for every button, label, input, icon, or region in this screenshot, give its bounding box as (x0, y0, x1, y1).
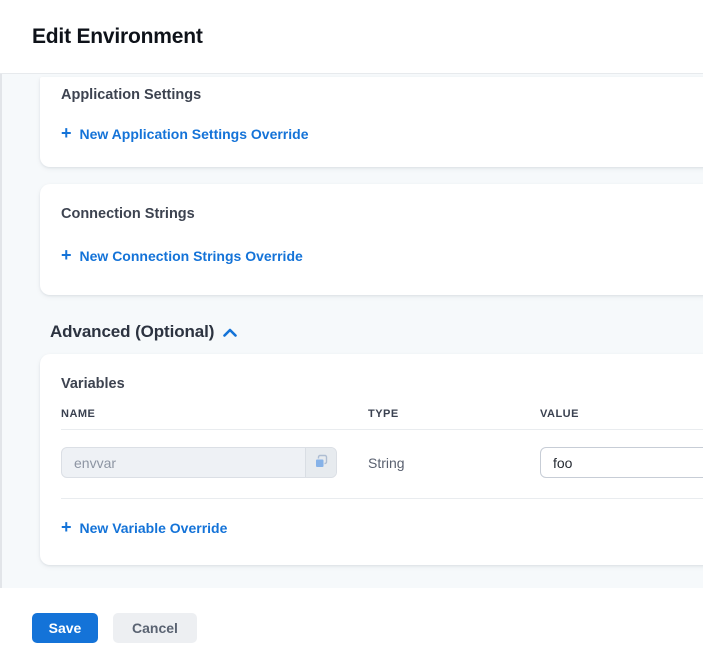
advanced-section-toggle[interactable]: Advanced (Optional) (50, 322, 237, 342)
footer-action-bar: Save Cancel (0, 588, 703, 651)
variable-value-input[interactable] (540, 447, 703, 478)
connection-strings-title: Connection Strings (61, 206, 693, 222)
column-header-type: TYPE (368, 408, 540, 420)
save-button[interactable]: Save (32, 613, 98, 643)
new-application-settings-override-label: New Application Settings Override (80, 126, 309, 142)
variable-row: String (61, 430, 703, 499)
copy-button[interactable] (305, 448, 336, 477)
page-title: Edit Environment (32, 25, 203, 49)
new-connection-strings-override-label: New Connection Strings Override (80, 248, 303, 264)
cancel-button[interactable]: Cancel (113, 613, 197, 643)
column-header-value: VALUE (540, 408, 703, 420)
application-settings-title: Application Settings (61, 87, 693, 103)
connection-strings-card: Connection Strings + New Connection Stri… (40, 184, 703, 295)
variables-card: Variables NAME TYPE VALUE (40, 354, 703, 565)
variable-value-cell (540, 447, 703, 478)
variables-table: NAME TYPE VALUE (61, 408, 703, 539)
new-variable-override-label: New Variable Override (80, 520, 228, 536)
plus-icon: + (61, 126, 72, 140)
edit-environment-panel: Application Settings + New Application S… (0, 74, 703, 588)
top-bar: Edit Environment (0, 0, 703, 74)
plus-icon: + (61, 520, 72, 534)
variable-name-cell (61, 447, 368, 478)
variable-type-value: String (368, 455, 540, 471)
advanced-section-heading: Advanced (Optional) (50, 322, 214, 342)
new-variable-override-link[interactable]: + New Variable Override (61, 520, 227, 536)
application-settings-card: Application Settings + New Application S… (40, 77, 703, 167)
variable-name-input (62, 448, 305, 477)
variables-table-header: NAME TYPE VALUE (61, 408, 703, 430)
variables-link-row: + New Variable Override (61, 499, 703, 539)
copy-icon (314, 454, 329, 472)
new-application-settings-override-link[interactable]: + New Application Settings Override (61, 126, 309, 142)
variable-name-input-group (61, 447, 337, 478)
chevron-up-icon (223, 324, 237, 342)
column-header-name: NAME (61, 408, 368, 420)
plus-icon: + (61, 248, 72, 262)
new-connection-strings-override-link[interactable]: + New Connection Strings Override (61, 248, 303, 264)
variables-title: Variables (61, 376, 703, 392)
